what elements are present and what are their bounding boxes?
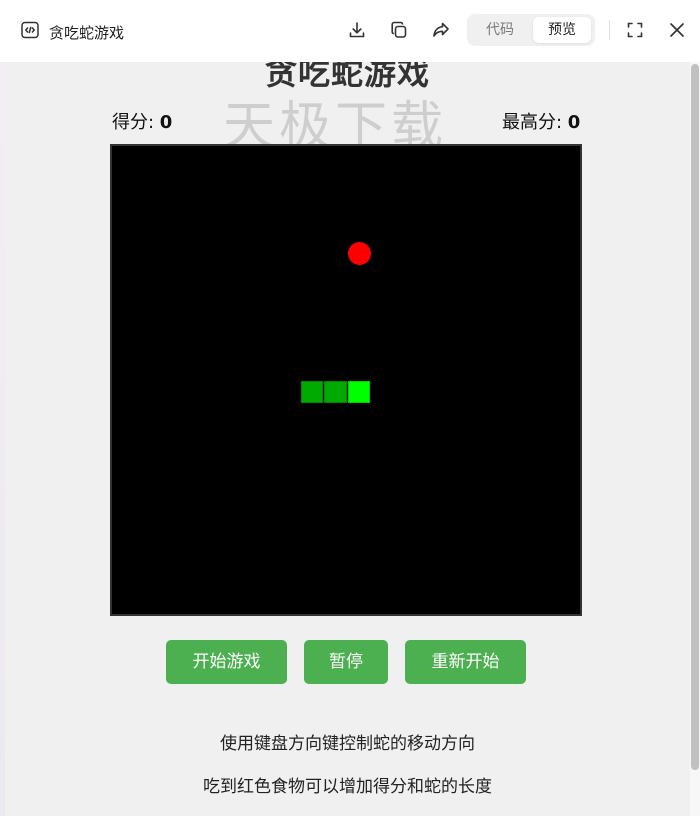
instruction-line-2: 吃到红色食物可以增加得分和蛇的长度 [203,777,492,797]
fullscreen-icon[interactable] [625,20,645,40]
close-icon[interactable] [667,20,687,40]
start-game-button[interactable]: 开始游戏 [166,640,287,684]
code-file-icon [20,20,40,44]
score-value: 0 [159,112,173,133]
instruction-line-1: 使用键盘方向键控制蛇的移动方向 [220,734,475,754]
high-score-value: 0 [567,112,581,133]
view-mode-toggle: 代码 预览 [467,14,595,46]
copy-icon[interactable] [389,20,409,40]
restart-button[interactable]: 重新开始 [405,640,526,684]
high-score-display: 最高分: 0 [502,108,580,134]
window-title-group: 贪吃蛇游戏 [20,20,124,44]
game-board[interactable] [110,144,582,616]
food-item [347,241,371,265]
tab-code[interactable]: 代码 [471,17,529,43]
snake-body-segment [324,380,347,404]
window-title: 贪吃蛇游戏 [49,23,125,42]
share-icon[interactable] [431,20,451,40]
score-label: 得分: [112,112,160,133]
window-header: 贪吃蛇游戏 代码 预览 [0,0,700,62]
snake-head [347,380,371,404]
scrollbar-thumb[interactable] [691,64,699,770]
snake-body-segment [300,380,324,404]
preview-pane: 贪吃蛇游戏 天极下载 得分: 0 最高分: 0 开始游戏 暂停 重新开始 使用键… [5,62,690,816]
toolbar-divider [609,20,610,40]
pause-button[interactable]: 暂停 [304,640,388,684]
high-score-label: 最高分: [502,112,568,133]
score-display: 得分: 0 [112,108,172,134]
tab-preview[interactable]: 预览 [533,17,591,43]
download-icon[interactable] [347,20,367,40]
